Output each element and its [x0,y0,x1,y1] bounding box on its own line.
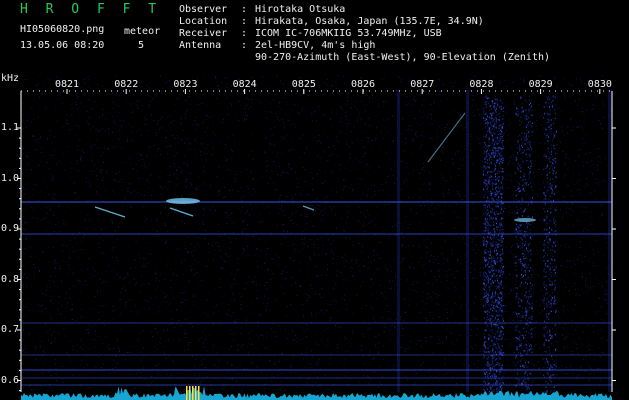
location-key: Location [179,16,228,27]
meteor-echo [302,205,315,211]
receiver-key: Receiver [179,28,228,39]
receiver-value: ICOM IC-706MKIIG 53.749MHz, USB [255,28,442,39]
signal-strength-trace [21,386,612,400]
freq-unit-label: kHz [1,73,20,84]
meteor-label: meteor [124,26,161,37]
antenna-key: Antenna [179,40,222,51]
meteor-count: 5 [138,40,145,51]
interference-strip [608,90,611,392]
detection-marker [195,386,197,400]
antenna-row-2: 90-270-Azimuth (East-West), 90-Elevation… [179,53,550,63]
detection-marker [186,386,188,400]
time-tick-label: 0826 [351,79,376,90]
time-tick-label: 0827 [410,79,435,90]
receiver-row: Receiver: ICOM IC-706MKIIG 53.749MHz, USB [179,29,442,39]
freq-tick-label: 0.8 [1,273,20,285]
freq-tick-label: 0.6 [1,374,20,386]
freq-tick-label: 0.7 [1,324,20,335]
meteor-echo [427,112,466,163]
freq-tick-label: 1.0 [1,172,20,184]
time-tick-label: 0823 [173,79,198,90]
observer-value: Hirotaka Otsuka [255,4,346,15]
location-value: Hirakata, Osaka, Japan (135.7E, 34.9N) [255,16,484,27]
time-tick-label: 0829 [528,79,553,90]
meteor-echo [514,218,536,222]
detection-marker [192,386,194,400]
time-tick-label: 0828 [469,79,494,90]
antenna-colon: : [241,40,248,51]
receiver-colon: : [241,28,248,39]
meteor-echo [169,207,194,217]
location-colon: : [241,16,248,27]
detection-marker [189,386,191,400]
antenna-value-2: 90-270-Azimuth (East-West), 90-Elevation… [255,52,551,63]
time-tick-label: 0825 [291,79,316,90]
freq-tick-label: 1.1 [1,122,20,133]
location-row: Location: Hirakata, Osaka, Japan (135.7E,… [179,17,484,27]
time-tick-label: 0821 [55,79,80,90]
datetime-label: 13.05.06 08:20 [20,40,105,51]
interference-strip [397,90,400,392]
time-tick-label: 0830 [587,79,612,90]
antenna-row: Antenna:2el-HB9CV, 4m's high [179,41,375,51]
meteor-echo [94,206,126,218]
freq-tick-label: 0.9 [1,223,20,234]
interference-strip [466,90,469,392]
filename-label: HI05060820.png [20,24,105,35]
detection-marker [198,386,200,400]
app-brand: H R O F F T [20,2,162,17]
observer-colon: : [241,4,248,15]
observer-row: Observer: Hirotaka Otsuka [179,5,345,15]
time-tick-label: 0824 [232,79,257,90]
observer-key: Observer [179,4,228,15]
meteor-echo [166,198,200,204]
antenna-value: 2el-HB9CV, 4m's high [255,40,376,51]
time-tick-label: 0822 [114,79,139,90]
